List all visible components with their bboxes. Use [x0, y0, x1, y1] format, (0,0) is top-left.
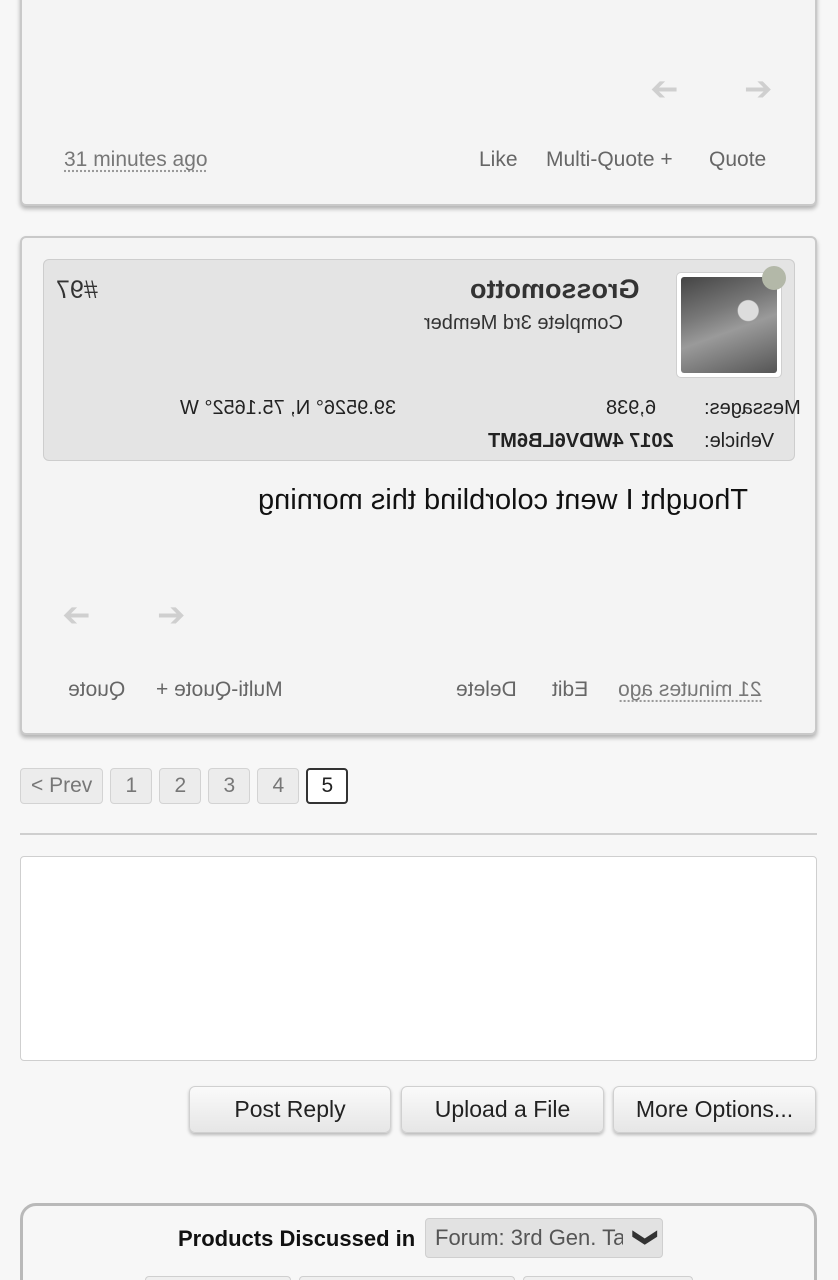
product-tab[interactable]: [523, 1276, 693, 1280]
post-time[interactable]: 21 minutes ago: [618, 678, 762, 702]
multi-quote-button[interactable]: Multi-Quote +: [156, 678, 283, 702]
post-card: Grossomotto Complete 3rd Member #97 Mess…: [20, 236, 817, 735]
pagination: < Prev 1 2 3 4 5: [20, 768, 349, 804]
previous-post-card: ➔ ➔ 31 minutes ago Like Multi-Quote + Qu…: [20, 0, 817, 206]
like-button[interactable]: Like: [479, 148, 518, 172]
products-discussed-panel: Products Discussed in Forum: 3rd Gen. Ta…: [20, 1203, 817, 1280]
avatar-image: [681, 277, 777, 373]
user-info-bar: Grossomotto Complete 3rd Member #97 Mess…: [43, 259, 801, 461]
divider: [20, 833, 817, 835]
arrow-right-icon[interactable]: ➔: [744, 72, 773, 106]
post-time[interactable]: 31 minutes ago: [64, 148, 208, 172]
chevron-down-icon: ❯: [632, 1227, 660, 1248]
avatar[interactable]: [676, 272, 782, 378]
page-3[interactable]: 3: [208, 768, 251, 804]
page-4[interactable]: 4: [257, 768, 300, 804]
username[interactable]: Grossomotto: [470, 274, 640, 305]
edit-button[interactable]: Edit: [552, 678, 588, 702]
quote-button[interactable]: Quote: [709, 148, 766, 172]
upload-file-button[interactable]: Upload a File: [401, 1086, 604, 1133]
online-badge-icon: [762, 266, 786, 290]
location: 39.9526° N, 75.1652° W: [180, 397, 397, 419]
messages-value: 6,938: [606, 397, 657, 419]
products-label: Products Discussed in: [178, 1226, 416, 1251]
arrow-left-icon[interactable]: ➔: [650, 69, 679, 109]
prev-page-button[interactable]: < Prev: [20, 768, 104, 804]
product-tab[interactable]: [145, 1276, 291, 1280]
messages-label: Messages:: [704, 397, 801, 419]
product-tab[interactable]: [299, 1276, 515, 1280]
forum-select[interactable]: Forum: 3rd Gen. Tacoma ❯: [425, 1218, 663, 1258]
arrow-right-icon[interactable]: ➔: [157, 598, 186, 632]
multi-quote-button[interactable]: Multi-Quote +: [546, 148, 673, 172]
quote-button[interactable]: Quote: [68, 678, 125, 702]
more-options-button[interactable]: More Options...: [613, 1086, 816, 1133]
page-2[interactable]: 2: [159, 768, 202, 804]
post-number[interactable]: #97: [56, 276, 98, 305]
page-5-current[interactable]: 5: [306, 768, 349, 804]
post-body: Thought I went colorblind this morning: [258, 484, 749, 516]
vehicle-label: Vehicle:: [704, 430, 775, 452]
delete-button[interactable]: Delete: [456, 678, 517, 702]
reply-editor[interactable]: [20, 856, 817, 1061]
post-reply-button[interactable]: Post Reply: [189, 1086, 391, 1133]
vehicle-value[interactable]: 2017 4WDV6LB6MT: [488, 430, 674, 453]
page-1[interactable]: 1: [110, 768, 153, 804]
arrow-left-icon[interactable]: ➔: [62, 595, 91, 635]
user-title: Complete 3rd Member: [424, 312, 623, 334]
forum-select-value: Forum: 3rd Gen. Tacoma: [435, 1225, 623, 1250]
